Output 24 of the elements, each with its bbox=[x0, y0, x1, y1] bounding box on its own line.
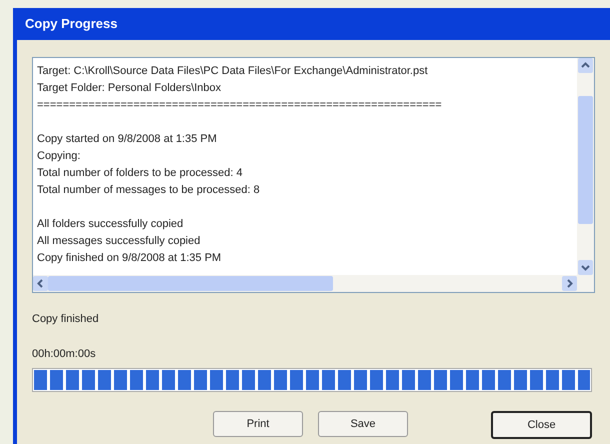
vertical-scrollbar[interactable] bbox=[577, 58, 594, 275]
status-text: Copy finished bbox=[32, 312, 100, 327]
dialog-button[interactable]: Close bbox=[491, 411, 592, 439]
elapsed-time: 00h:00m:00s bbox=[32, 346, 97, 362]
scroll-right-icon[interactable] bbox=[562, 276, 577, 291]
log-line: Copy started on 9/8/2008 at 1:35 PM bbox=[37, 132, 217, 147]
window-title: Copy Progress bbox=[25, 15, 118, 34]
scroll-down-icon[interactable] bbox=[578, 260, 593, 275]
scroll-left-icon[interactable] bbox=[33, 276, 48, 291]
log-line: Target: C:\Kroll\Source Data Files\PC Data Files\For Exchange\Administrator.pst bbox=[37, 64, 428, 79]
dialog-button[interactable]: Save bbox=[318, 411, 408, 437]
scroll-thumb[interactable] bbox=[578, 96, 593, 224]
scroll-thumb[interactable] bbox=[48, 276, 333, 291]
horizontal-scrollbar[interactable] bbox=[33, 275, 594, 292]
log-line: All messages successfully copied bbox=[37, 234, 200, 249]
log-line: Copy finished on 9/8/2008 at 1:35 PM bbox=[37, 251, 222, 266]
log-line: Target Folder: Personal Folders\Inbox bbox=[37, 81, 222, 96]
dialog-button[interactable]: Print bbox=[213, 411, 303, 437]
log-line: Copying: bbox=[37, 149, 80, 164]
scroll-up-icon[interactable] bbox=[578, 58, 593, 73]
log-line: Total number of folders to be processed: 4 bbox=[37, 166, 242, 181]
log-line: All folders successfully copied bbox=[37, 217, 184, 232]
log-line: =============================================================== bbox=[37, 98, 442, 113]
log-line: Total number of messages to be processed: 8 bbox=[37, 183, 260, 198]
